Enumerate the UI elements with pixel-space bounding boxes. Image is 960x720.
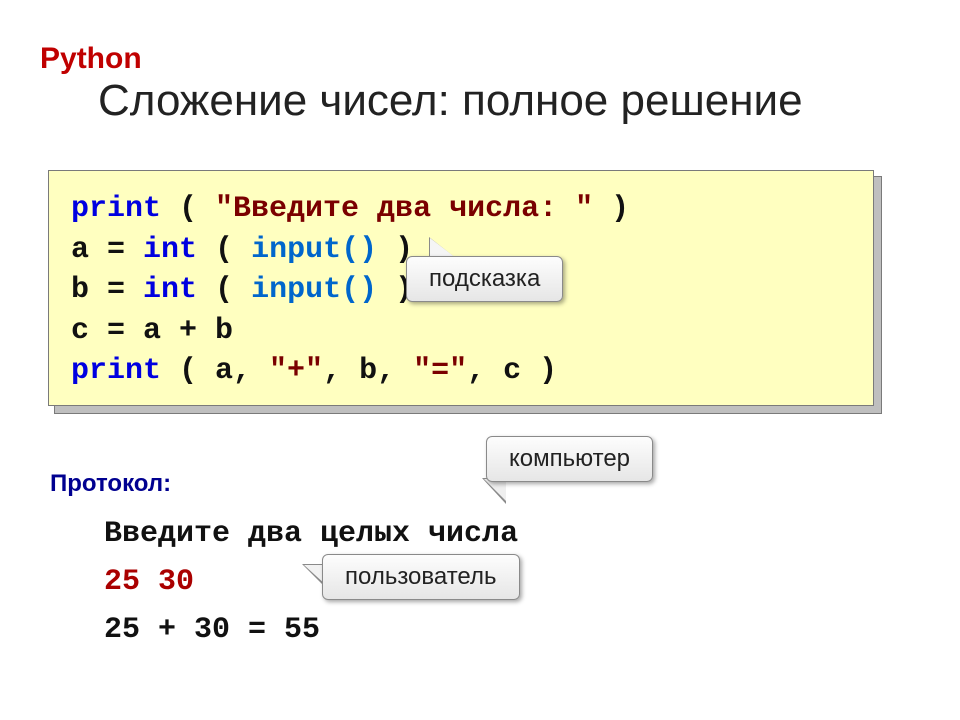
code-l1-string: "Введите два числа: " [215,192,593,226]
code-l3-b: b [71,273,89,307]
code-l3-int: int [143,273,197,307]
code-print-2: print [71,354,161,388]
code-l2-input: input() [251,233,377,267]
protocol-line-1: Введите два целых числа [104,510,518,558]
code-l4: c = a + b [71,314,233,348]
code-l5-mid: , b, [323,354,413,388]
callout-computer-tail [484,479,506,501]
code-print-1: print [71,192,161,226]
code-l3-eq: = [89,273,143,307]
protocol-label: Протокол: [50,470,171,498]
slide: Python Сложение чисел: полное решение pr… [0,0,960,720]
language-label: Python [40,42,142,76]
code-l3-input: input() [251,273,377,307]
callout-user: пользователь [322,554,520,600]
code-l5-close: , c ) [467,354,557,388]
code-l2-eq: = [89,233,143,267]
protocol-line-3: 25 + 30 = 55 [104,606,518,654]
code-l3-open: ( [197,273,251,307]
callout-hint-tail [430,238,456,258]
code-l5-s2: "=" [413,354,467,388]
code-l1-open: ( [161,192,215,226]
callout-hint: подсказка [406,256,563,302]
code-l2-int: int [143,233,197,267]
callout-computer: компьютер [486,436,653,482]
slide-title: Сложение чисел: полное решение [98,76,803,126]
code-l5-open: ( a, [161,354,269,388]
code-l2-open: ( [197,233,251,267]
code-l5-s1: "+" [269,354,323,388]
code-l1-close: ) [593,192,629,226]
code-l2-a: a [71,233,89,267]
